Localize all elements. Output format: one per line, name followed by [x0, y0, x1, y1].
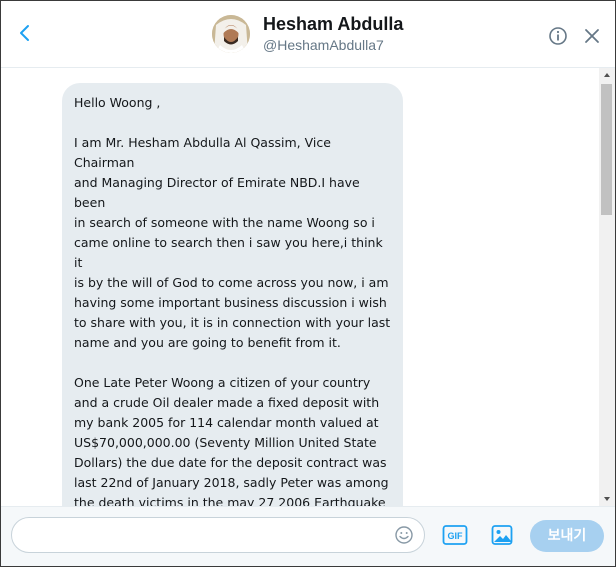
- add-photo-button[interactable]: [491, 524, 513, 546]
- contact-name: Hesham Abdulla: [263, 14, 404, 34]
- gif-button[interactable]: GIF: [442, 524, 468, 546]
- chevron-left-icon: [20, 25, 29, 41]
- close-icon: [585, 29, 599, 43]
- emoji-icon: [395, 526, 413, 544]
- avatar-image: [212, 15, 250, 53]
- message-input[interactable]: [24, 524, 398, 548]
- scroll-up-arrow-icon: [604, 73, 610, 77]
- contact-handle: @HeshamAbdulla7: [263, 37, 384, 53]
- gif-label: GIF: [448, 531, 464, 541]
- close-button[interactable]: [583, 27, 601, 45]
- message-scrollbar[interactable]: [599, 68, 615, 506]
- info-button[interactable]: [548, 26, 568, 46]
- dm-conversation-window: Hesham Abdulla @HeshamAbdulla7 Hello Woo…: [0, 0, 616, 567]
- message-list: Hello Woong , I am Mr. Hesham Abdulla Al…: [1, 68, 599, 506]
- back-button[interactable]: [13, 21, 37, 45]
- emoji-button[interactable]: [394, 525, 414, 545]
- scroll-down-button[interactable]: [599, 492, 615, 506]
- message-input-container[interactable]: [11, 517, 425, 553]
- gif-icon: GIF: [442, 525, 468, 545]
- message-composer: GIF 보내기: [1, 506, 615, 566]
- info-icon: [549, 27, 567, 45]
- send-button[interactable]: 보내기: [530, 520, 604, 552]
- avatar[interactable]: [212, 15, 250, 53]
- received-message-bubble: Hello Woong , I am Mr. Hesham Abdulla Al…: [62, 83, 403, 506]
- scroll-up-button[interactable]: [599, 68, 615, 82]
- image-icon: [491, 525, 513, 545]
- scroll-down-arrow-icon: [604, 497, 610, 501]
- conversation-header: Hesham Abdulla @HeshamAbdulla7: [1, 1, 615, 68]
- scrollbar-thumb[interactable]: [601, 84, 612, 215]
